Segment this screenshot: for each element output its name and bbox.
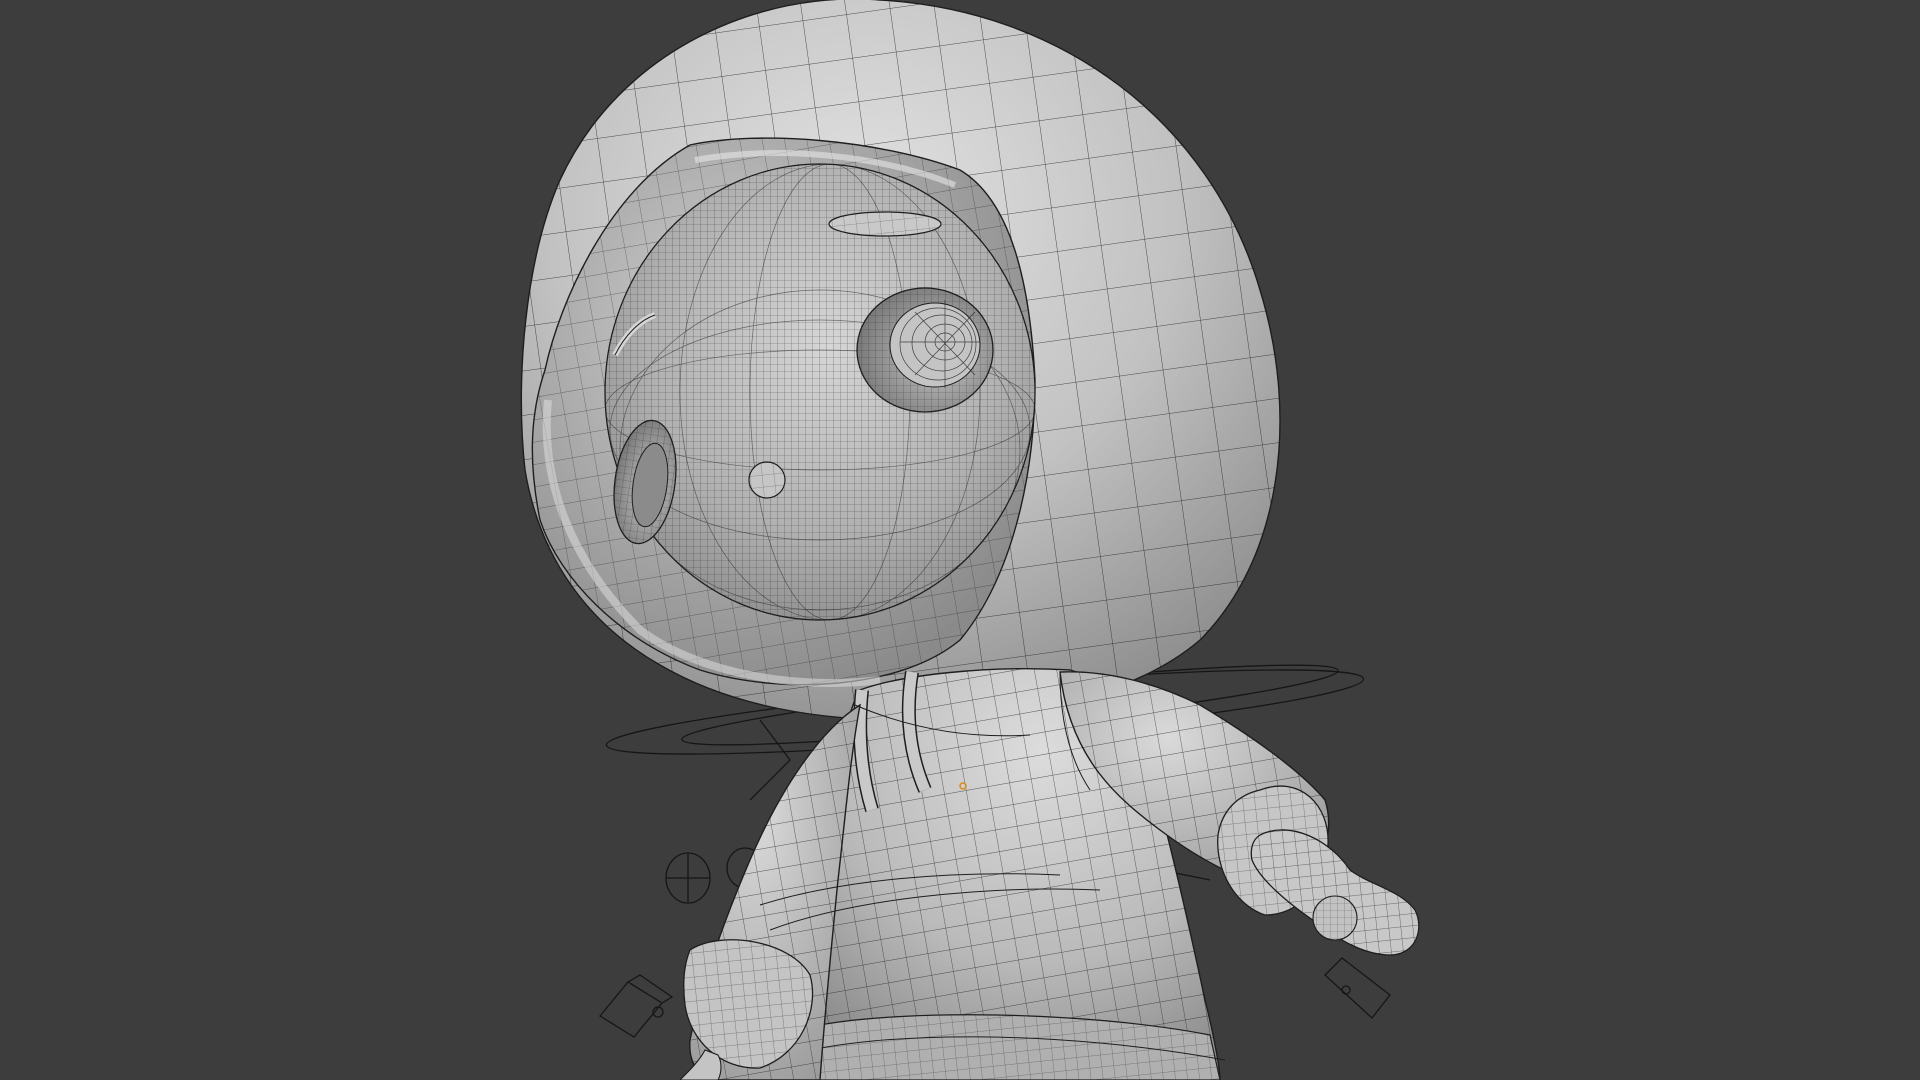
- camera-icon-right[interactable]: [1324, 957, 1391, 1019]
- empty-axes-icon[interactable]: [665, 852, 711, 904]
- viewport-canvas[interactable]: [0, 0, 1920, 1080]
- 3d-viewport[interactable]: [0, 0, 1920, 1080]
- camera-icon[interactable]: [599, 974, 674, 1038]
- ik-line-left[interactable]: [749, 719, 791, 801]
- eye-socket-right[interactable]: [856, 287, 994, 413]
- nose-mesh[interactable]: [748, 461, 786, 499]
